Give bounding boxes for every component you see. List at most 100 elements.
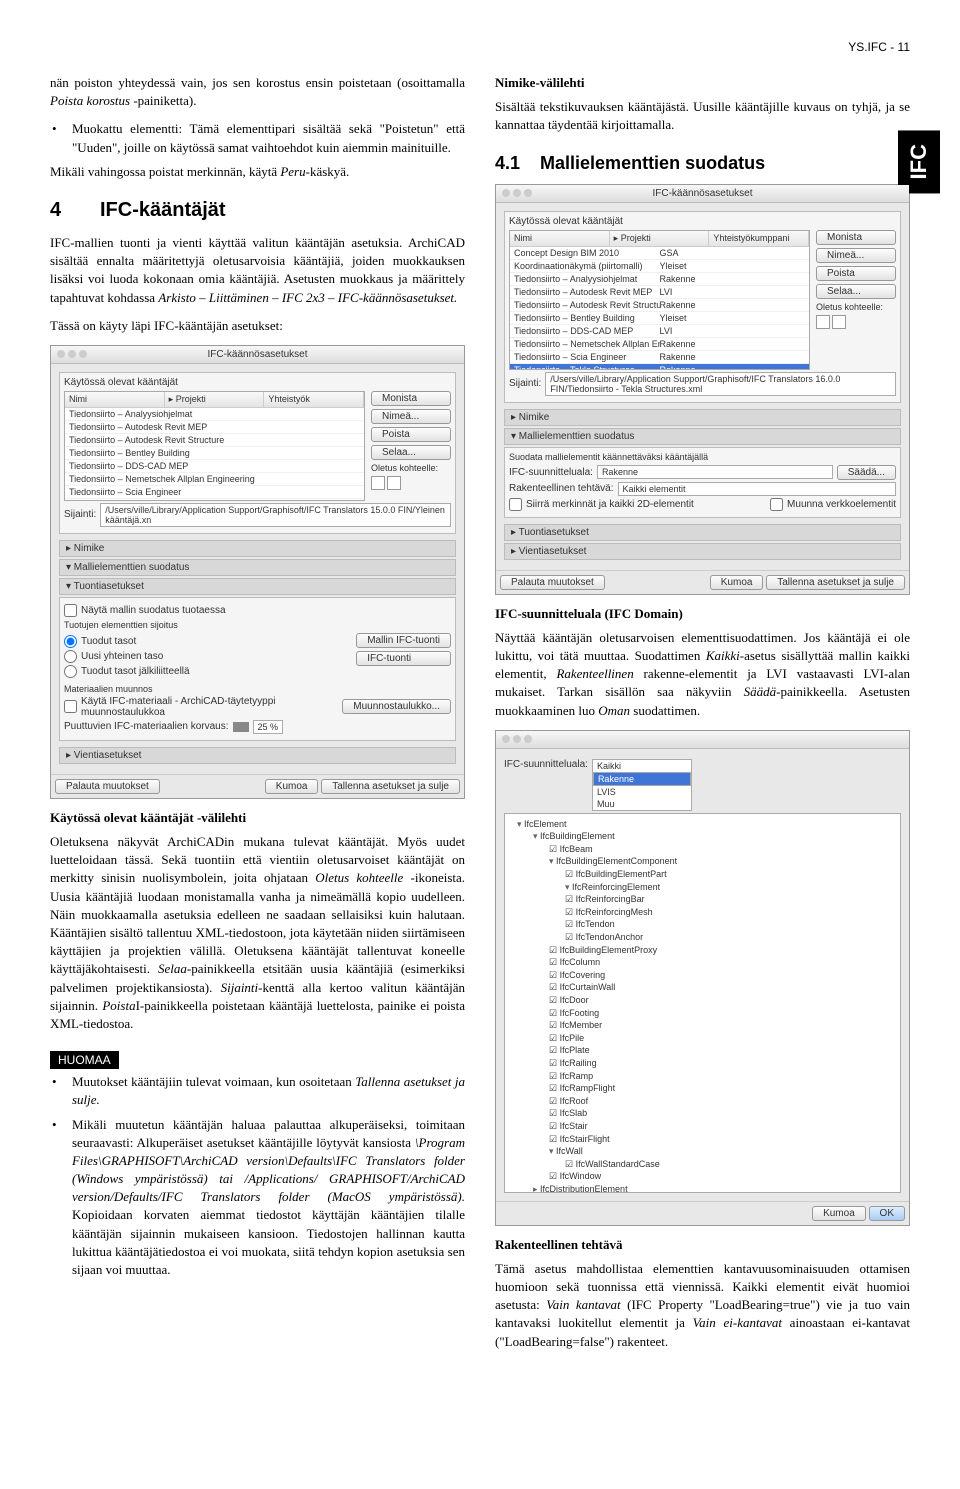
screenshot-ifc-domain-tree: IFC-suunnitteluala: Kaikki Rakenne LVIS …: [495, 730, 910, 1226]
tree-node[interactable]: IfcRamp: [509, 1070, 896, 1083]
tree-node[interactable]: IfcBuildingElementPart: [509, 868, 896, 881]
screenshot-ifc-settings-1: IFC-käännösasetukset Käytössä olevat kää…: [50, 345, 465, 799]
disclosure-export[interactable]: ▸ Vientiasetukset: [59, 747, 456, 764]
revert-button[interactable]: Palauta muutokset: [500, 575, 605, 590]
tree-node[interactable]: IfcRoof: [509, 1095, 896, 1108]
tree-node[interactable]: IfcMember: [509, 1019, 896, 1032]
tree-node[interactable]: IfcStairFlight: [509, 1133, 896, 1146]
tree-node[interactable]: IfcReinforcingElement: [509, 881, 896, 894]
paragraph: Näyttää kääntäjän oletusarvoisen element…: [495, 629, 910, 720]
adjust-button[interactable]: Säädä...: [837, 465, 896, 480]
opt-new-level[interactable]: [64, 650, 77, 663]
page-header: YS.IFC - 11: [50, 40, 910, 54]
disclosure-export[interactable]: ▸ Vientiasetukset: [504, 543, 901, 560]
ifc-import-button[interactable]: IFC-tuonti: [356, 651, 451, 666]
paragraph: IFC-mallien tuonti ja vienti käyttää val…: [50, 234, 465, 307]
duplicate-button[interactable]: Monista: [816, 230, 896, 245]
tree-node[interactable]: IfcPlate: [509, 1044, 896, 1057]
location-label: Sijainti:: [64, 509, 96, 520]
tree-node[interactable]: IfcDoor: [509, 994, 896, 1007]
transfer-2d-checkbox[interactable]: [509, 498, 522, 511]
disclosure-nimike[interactable]: ▸ Nimike: [59, 540, 456, 557]
disclosure-filter[interactable]: ▾ Mallielementtien suodatus: [59, 559, 456, 576]
delete-button[interactable]: Poista: [371, 427, 451, 442]
tree-node[interactable]: IfcColumn: [509, 956, 896, 969]
disclosure-nimike[interactable]: ▸ Nimike: [504, 409, 901, 426]
paragraph: Sisältää tekstikuvauksen kääntäjästä. Uu…: [495, 98, 910, 134]
tree-node[interactable]: IfcCovering: [509, 969, 896, 982]
opt-levels[interactable]: [64, 635, 77, 648]
tree-node[interactable]: IfcWallStandardCase: [509, 1158, 896, 1171]
delete-button[interactable]: Poista: [816, 266, 896, 281]
paragraph: Tämä asetus mahdollistaa elementtien kan…: [495, 1260, 910, 1351]
tree-node[interactable]: IfcSlab: [509, 1107, 896, 1120]
left-column: nän poiston yhteydessä vain, jos sen kor…: [50, 74, 465, 1361]
browse-button[interactable]: Selaa...: [371, 445, 451, 460]
tree-node[interactable]: IfcElement: [509, 818, 896, 831]
ok-button[interactable]: OK: [869, 1206, 905, 1221]
tree-node[interactable]: IfcDistributionElement: [509, 1183, 896, 1193]
tree-node[interactable]: IfcRampFlight: [509, 1082, 896, 1095]
conversion-table-button[interactable]: Muunnostaulukko...: [342, 699, 451, 714]
tree-node[interactable]: IfcPile: [509, 1032, 896, 1045]
rename-button[interactable]: Nimeä...: [371, 409, 451, 424]
group-title: Käytössä olevat kääntäjät: [64, 377, 451, 388]
rename-button[interactable]: Nimeä...: [816, 248, 896, 263]
show-filter-checkbox[interactable]: [64, 604, 77, 617]
tree-node[interactable]: IfcWall: [509, 1145, 896, 1158]
domain-select[interactable]: Rakenne: [597, 465, 833, 479]
subheading: IFC-suunnitteluala (IFC Domain): [495, 605, 910, 623]
cancel-button[interactable]: Kumoa: [812, 1206, 866, 1221]
screenshot-ifc-settings-2: IFC-käännösasetukset Käytössä olevat kää…: [495, 184, 910, 595]
subheading: Rakenteellinen tehtävä: [495, 1236, 910, 1254]
note-badge: HUOMAA: [50, 1051, 119, 1069]
disclosure-filter[interactable]: ▾ Mallielementtien suodatus: [504, 428, 901, 445]
section-heading-4: 4IFC-kääntäjät: [50, 199, 465, 222]
list-item: Mikäli muutetun kääntäjän haluaa palautt…: [62, 1116, 465, 1280]
tree-node[interactable]: IfcBeam: [509, 843, 896, 856]
subheading: Nimike-välilehti: [495, 74, 910, 92]
disclosure-import[interactable]: ▾ Tuontiasetukset: [59, 578, 456, 595]
tree-node[interactable]: IfcReinforcingMesh: [509, 906, 896, 919]
tree-node[interactable]: IfcReinforcingBar: [509, 893, 896, 906]
paragraph: Tässä on käyty läpi IFC-kääntäjän asetuk…: [50, 317, 465, 335]
disclosure-import[interactable]: ▸ Tuontiasetukset: [504, 524, 901, 541]
revert-button[interactable]: Palauta muutokset: [55, 779, 160, 794]
structural-select[interactable]: Kaikki elementit: [618, 482, 896, 496]
ifc-element-tree[interactable]: IfcElementIfcBuildingElementIfcBeamIfcBu…: [504, 813, 901, 1193]
material-checkbox[interactable]: [64, 700, 77, 713]
paragraph: Oletuksena näkyvät ArchiCADin mukana tul…: [50, 833, 465, 1033]
save-close-button[interactable]: Tallenna asetukset ja sulje: [766, 575, 905, 590]
tree-node[interactable]: IfcWindow: [509, 1170, 896, 1183]
location-field[interactable]: /Users/ville/Library/Application Support…: [545, 372, 896, 396]
cancel-button[interactable]: Kumoa: [710, 575, 764, 590]
list-item: Muokattu elementti: Tämä elementtipari s…: [62, 120, 465, 156]
paragraph: nän poiston yhteydessä vain, jos sen kor…: [50, 74, 465, 110]
tree-node[interactable]: IfcFooting: [509, 1007, 896, 1020]
right-column: Nimike-välilehti Sisältää tekstikuvaukse…: [495, 74, 910, 1361]
list-item: Muutokset kääntäjiin tulevat voimaan, ku…: [62, 1073, 465, 1109]
tree-node[interactable]: IfcBuildingElementComponent: [509, 855, 896, 868]
section-heading-41: 4.1Mallielementtien suodatus: [495, 153, 910, 174]
tree-node[interactable]: IfcBuildingElementProxy: [509, 944, 896, 957]
location-field[interactable]: /Users/ville/Library/Application Support…: [100, 503, 451, 527]
save-close-button[interactable]: Tallenna asetukset ja sulje: [321, 779, 460, 794]
paragraph: Mikäli vahingossa poistat merkinnän, käy…: [50, 163, 465, 181]
cancel-button[interactable]: Kumoa: [265, 779, 319, 794]
duplicate-button[interactable]: Monista: [371, 391, 451, 406]
convert-mesh-checkbox[interactable]: [770, 498, 783, 511]
tree-node[interactable]: IfcBuildingElement: [509, 830, 896, 843]
translator-list[interactable]: Nimi▸ ProjektiYhteistyökumppani Concept …: [509, 230, 810, 370]
tree-node[interactable]: IfcCurtainWall: [509, 981, 896, 994]
domain-option-selected[interactable]: Rakenne: [593, 772, 691, 786]
opt-suffix[interactable]: [64, 665, 77, 678]
browse-button[interactable]: Selaa...: [816, 284, 896, 299]
translator-list[interactable]: Nimi▸ ProjektiYhteistyök Tiedonsiirto – …: [64, 391, 365, 501]
window-title: IFC-käännösasetukset: [496, 185, 909, 203]
tree-node[interactable]: IfcTendonAnchor: [509, 931, 896, 944]
tree-node[interactable]: IfcRailing: [509, 1057, 896, 1070]
model-ifc-import-button[interactable]: Mallin IFC-tuonti: [356, 633, 451, 648]
window-title: IFC-käännösasetukset: [51, 346, 464, 364]
tree-node[interactable]: IfcStair: [509, 1120, 896, 1133]
tree-node[interactable]: IfcTendon: [509, 918, 896, 931]
